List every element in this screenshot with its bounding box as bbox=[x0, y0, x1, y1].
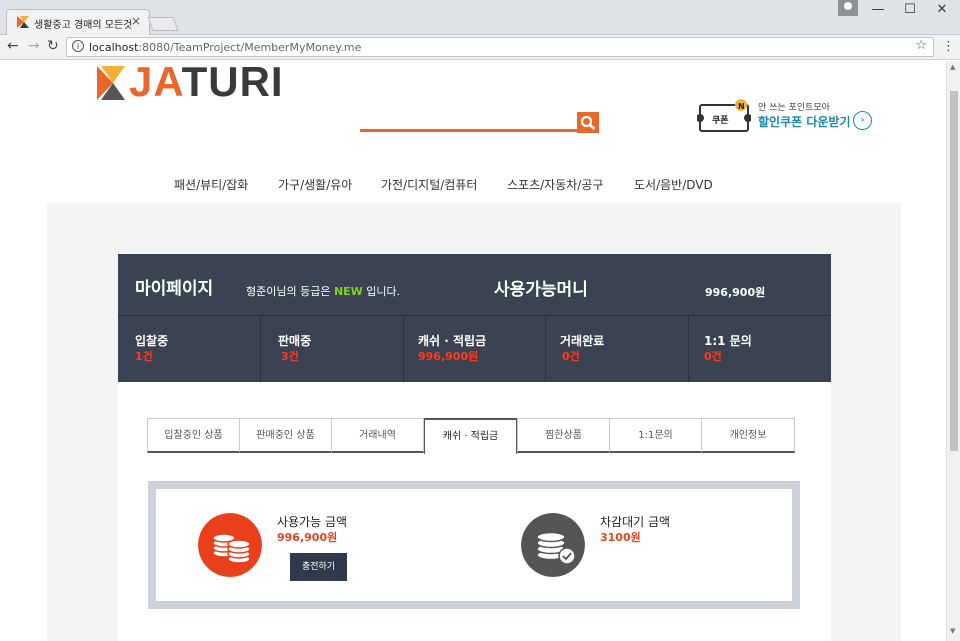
mypage-summary-panel: 마이페이지 형준이님의 등급은 NEW 입니다. 사용가능머니 996,900원… bbox=[118, 254, 831, 382]
browser-toolbar: ← → ↻ i localhost:8080/TeamProject/Membe… bbox=[0, 35, 960, 60]
svg-text:N: N bbox=[738, 102, 745, 111]
browser-tab[interactable]: 생활중고 경매의 모든것 × bbox=[6, 9, 150, 35]
mypage-tabs: 입찰중인 상품 판매중인 상품 거래내역 캐쉬 · 적립금 찜한상품 1:1문의… bbox=[147, 418, 795, 454]
tab-inquiry[interactable]: 1:1문의 bbox=[609, 418, 702, 453]
coupon-ticket-icon: N 쿠폰 bbox=[697, 99, 751, 132]
category-electronics[interactable]: 가전/디지털/컴퓨터 bbox=[381, 176, 477, 193]
stat-value: 1건 bbox=[135, 350, 153, 363]
back-icon[interactable]: ← bbox=[7, 38, 19, 54]
logo-text: JATURI bbox=[129, 61, 284, 105]
category-furniture[interactable]: 가구/생활/유아 bbox=[278, 176, 352, 193]
chevron-right-icon[interactable]: › bbox=[853, 111, 872, 130]
profile-icon[interactable] bbox=[838, 0, 858, 16]
grade-badge: NEW bbox=[333, 285, 363, 298]
charge-button[interactable]: 충전하기 bbox=[290, 553, 347, 581]
scroll-up-icon[interactable]: ▲ bbox=[950, 63, 955, 71]
category-nav: 패션/뷰티/잡화 가구/생활/유아 가전/디지털/컴퓨터 스포츠/자동차/공구 … bbox=[170, 176, 730, 192]
category-books[interactable]: 도서/음반/DVD bbox=[634, 176, 713, 193]
info-icon[interactable]: i bbox=[72, 40, 84, 52]
pending-amount-value: 3100원 bbox=[600, 531, 641, 544]
tab-bidding-items[interactable]: 입찰중인 상품 bbox=[147, 418, 240, 453]
new-tab-button[interactable] bbox=[147, 17, 179, 31]
available-money-label: 사용가능머니 bbox=[494, 280, 588, 300]
category-fashion[interactable]: 패션/뷰티/잡화 bbox=[174, 176, 248, 193]
url-text: localhost:8080/TeamProject/MemberMyMoney… bbox=[89, 41, 361, 54]
tab-transactions[interactable]: 거래내역 bbox=[331, 418, 424, 453]
search-input[interactable] bbox=[360, 129, 577, 132]
reload-icon[interactable]: ↻ bbox=[47, 38, 59, 54]
browser-menu-icon[interactable]: ⋮ bbox=[942, 39, 955, 54]
member-grade-text: 형준이님의 등급은 NEW 입니다. bbox=[246, 285, 401, 298]
stat-completed[interactable]: 거래완료 0건 bbox=[546, 316, 689, 382]
url-host: localhost bbox=[89, 41, 139, 54]
stat-value: 0건 bbox=[704, 350, 722, 363]
search-icon bbox=[580, 115, 596, 130]
stat-inquiry[interactable]: 1:1 문의 0건 bbox=[689, 316, 831, 382]
tab-title: 생활중고 경매의 모든것 bbox=[34, 20, 133, 31]
stat-value: 996,900원 bbox=[418, 350, 479, 363]
stat-selling[interactable]: 판매중 3건 bbox=[261, 316, 404, 382]
stat-cash[interactable]: 캐쉬 · 적립금 996,900원 bbox=[404, 316, 546, 382]
tab-profile[interactable]: 개인정보 bbox=[701, 418, 795, 453]
stat-value: 3건 bbox=[281, 350, 299, 363]
available-amount-label: 사용가능 금액 bbox=[277, 515, 348, 529]
logo-mark-icon bbox=[97, 66, 125, 100]
tab-selling-items[interactable]: 판매중인 상품 bbox=[239, 418, 332, 453]
maximize-button[interactable]: ☐ bbox=[894, 0, 926, 22]
bookmark-star-icon[interactable]: ☆ bbox=[915, 38, 927, 53]
coupon-banner[interactable]: N 쿠폰 안 쓰는 포인트모아 할인쿠폰 다운받기 › bbox=[697, 94, 877, 139]
scrollbar-thumb[interactable] bbox=[950, 91, 958, 451]
favicon-icon bbox=[17, 16, 29, 28]
address-bar[interactable]: i localhost:8080/TeamProject/MemberMyMon… bbox=[66, 37, 934, 57]
svg-text:쿠폰: 쿠폰 bbox=[712, 115, 729, 126]
coin-stack-icon bbox=[198, 513, 262, 577]
stat-label: 1:1 문의 bbox=[704, 334, 752, 348]
page-scrollbar[interactable]: ▲ ▼ bbox=[946, 61, 960, 641]
coin-check-icon bbox=[521, 513, 585, 577]
available-amount-value: 996,900원 bbox=[277, 531, 338, 544]
tab-close-icon[interactable]: × bbox=[131, 14, 141, 28]
forward-icon[interactable]: → bbox=[28, 38, 40, 54]
pending-amount-label: 차감대기 금액 bbox=[600, 515, 671, 529]
category-sports[interactable]: 스포츠/자동차/공구 bbox=[507, 176, 603, 193]
stat-label: 판매중 bbox=[278, 334, 312, 348]
stat-value: 0건 bbox=[562, 350, 580, 363]
tab-wishlist[interactable]: 찜한상품 bbox=[517, 418, 610, 453]
stat-label: 입찰중 bbox=[135, 334, 169, 348]
close-window-button[interactable]: ✕ bbox=[926, 0, 958, 22]
coupon-title: 할인쿠폰 다운받기 bbox=[758, 115, 851, 129]
tab-cash-points[interactable]: 캐쉬 · 적립금 bbox=[424, 418, 517, 454]
search-button[interactable] bbox=[577, 112, 599, 133]
available-money-value: 996,900원 bbox=[705, 286, 766, 299]
stat-bidding[interactable]: 입찰중 1건 bbox=[118, 316, 261, 382]
minimize-button[interactable]: — bbox=[862, 0, 894, 22]
browser-tabbar: 생활중고 경매의 모든것 × — ☐ ✕ bbox=[0, 0, 960, 35]
stat-label: 캐쉬 · 적립금 bbox=[418, 334, 487, 348]
coupon-subtitle: 안 쓰는 포인트모아 bbox=[758, 103, 830, 113]
mypage-title: 마이페이지 bbox=[135, 279, 214, 299]
scroll-down-icon[interactable]: ▼ bbox=[950, 627, 955, 635]
mypage-header-row: 마이페이지 형준이님의 등급은 NEW 입니다. 사용가능머니 996,900원 bbox=[118, 254, 831, 316]
url-path: :8080/TeamProject/MemberMyMoney.me bbox=[138, 41, 362, 54]
stat-label: 거래완료 bbox=[560, 334, 605, 348]
